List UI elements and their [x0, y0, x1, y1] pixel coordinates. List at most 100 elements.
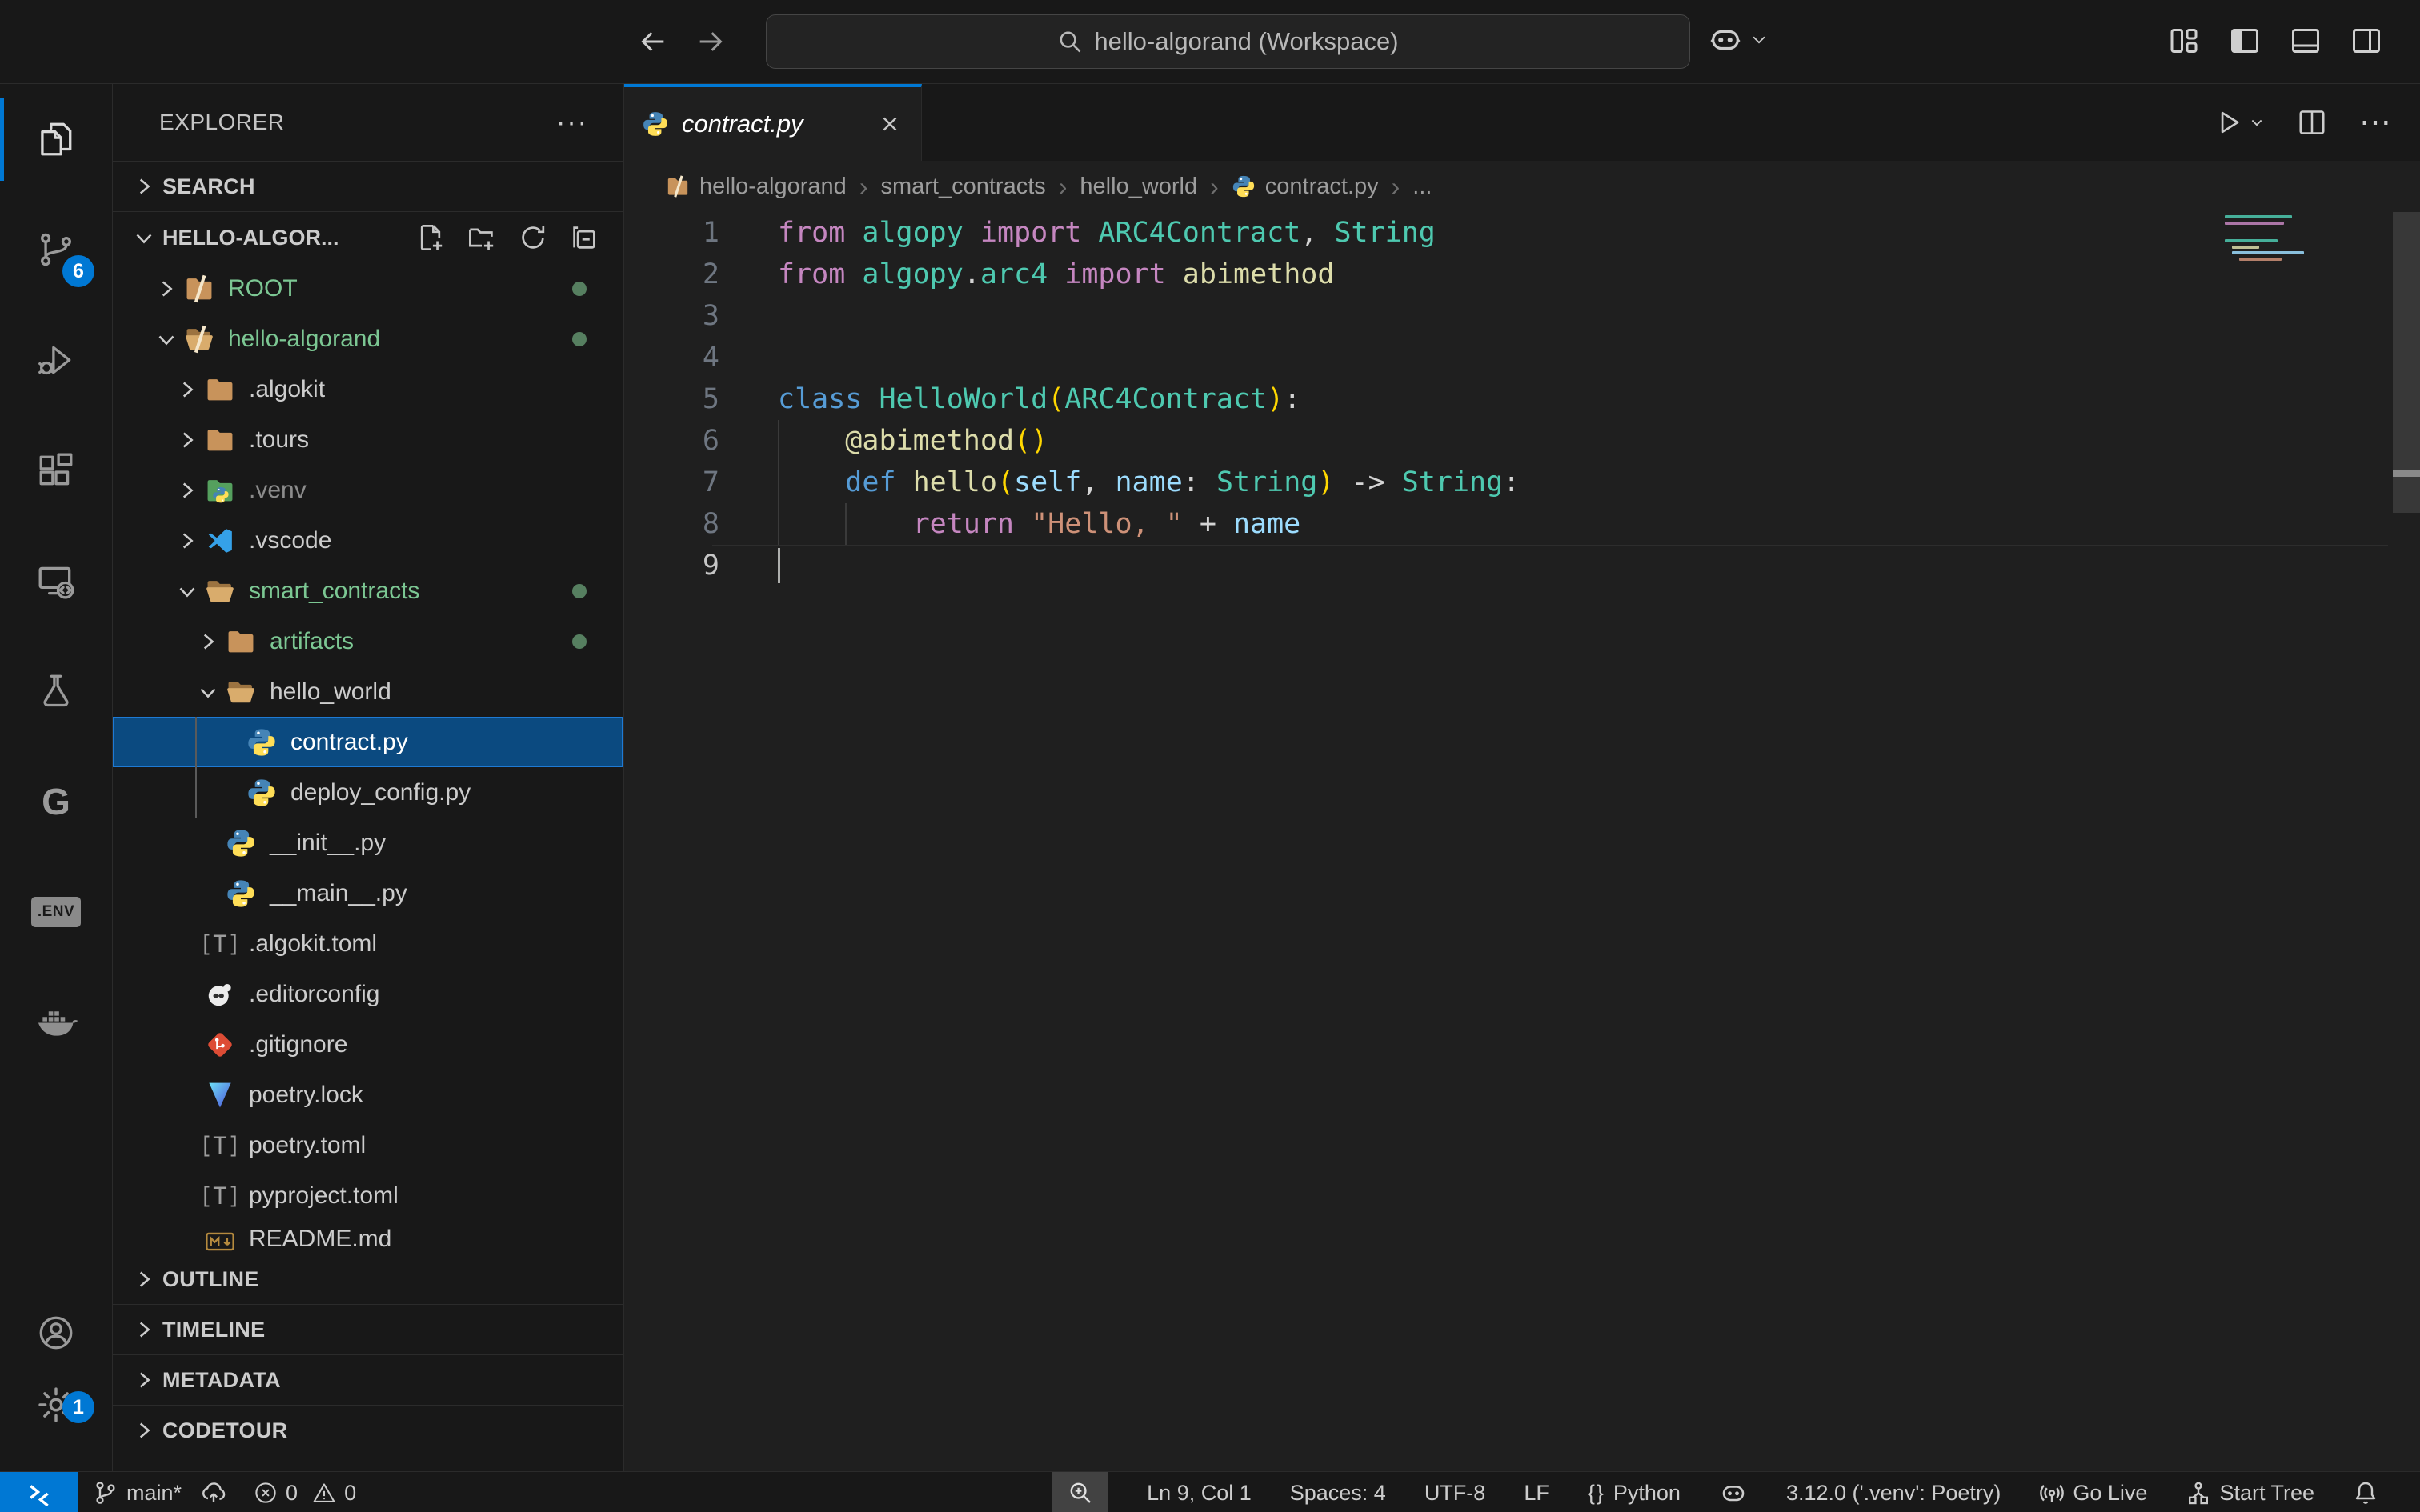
source-control-badge: 6 [62, 255, 94, 287]
section-header-timeline[interactable]: TIMELINE [113, 1304, 623, 1354]
activity-item-accounts[interactable] [0, 1297, 112, 1369]
tree-indent-guide [195, 717, 197, 818]
start-tree-status[interactable]: Start Tree [2186, 1480, 2314, 1506]
workspace-section-header[interactable]: HELLO-ALGOR... [113, 211, 623, 263]
notifications-bell[interactable] [2353, 1480, 2378, 1506]
chevron-spacer [170, 978, 204, 1011]
tree-item-venv[interactable]: .venv [113, 465, 623, 515]
tree-item-vscode[interactable]: .vscode [113, 515, 623, 566]
problems-status[interactable]: 0 0 [254, 1481, 356, 1506]
customize-layout-button[interactable] [2167, 24, 2201, 58]
activity-item-settings[interactable]: 1 [0, 1369, 112, 1441]
error-count: 0 [286, 1481, 298, 1506]
run-dropdown-icon[interactable] [2249, 114, 2265, 130]
copilot-status[interactable] [1719, 1478, 1748, 1507]
minimap[interactable] [2225, 215, 2313, 263]
tree-item-gitignore[interactable]: .gitignore [113, 1019, 623, 1070]
python-icon [1232, 174, 1256, 198]
section-header-metadata[interactable]: METADATA [113, 1354, 623, 1405]
language-mode-status[interactable]: {} Python [1588, 1481, 1681, 1506]
tree-item-pyproject-toml[interactable]: [T]pyproject.toml [113, 1170, 623, 1221]
breadcrumb-hello-world[interactable]: hello_world [1080, 174, 1197, 200]
tab-contract-py[interactable]: contract.py [624, 84, 922, 161]
tree-item-tours[interactable]: .tours [113, 414, 623, 465]
go-live-status[interactable]: Go Live [2039, 1480, 2147, 1506]
new-file-button[interactable] [415, 222, 446, 253]
activity-item-extensions[interactable] [0, 415, 112, 526]
tree-item-readme-md[interactable]: README.md [113, 1221, 623, 1254]
cursor-position-status[interactable]: Ln 9, Col 1 [1147, 1481, 1252, 1506]
tree-item-algokit-toml[interactable]: [T].algokit.toml [113, 918, 623, 969]
section-header-search[interactable]: SEARCH [113, 161, 623, 211]
nav-forward-button[interactable] [690, 21, 731, 62]
tree-item-algokit[interactable]: .algokit [113, 364, 623, 414]
line-number: 1 [624, 212, 719, 254]
tree-item-main-py[interactable]: __main__.py [113, 868, 623, 918]
line-number: 9 [624, 545, 719, 586]
toggle-primary-sidebar-button[interactable] [2228, 24, 2262, 58]
activity-item-run-and-debug[interactable] [0, 305, 112, 415]
run-python-file-button[interactable] [2214, 107, 2265, 138]
line-number: 2 [624, 254, 719, 295]
copilot-menu-button[interactable] [1707, 21, 1768, 58]
refresh-button[interactable] [518, 222, 548, 253]
tree-item-deploy-config-py[interactable]: deploy_config.py [113, 767, 623, 818]
activity-item-remote-explorer[interactable] [0, 526, 112, 636]
python-interpreter-status[interactable]: 3.12.0 ('.venv': Poetry) [1786, 1481, 2001, 1506]
toml-icon: [T] [204, 1130, 236, 1162]
tree-item-contract-py[interactable]: contract.py [113, 717, 623, 767]
chevron-spacer [212, 776, 246, 810]
breadcrumb-contract-py[interactable]: contract.py [1232, 174, 1379, 200]
close-tab-icon[interactable] [878, 112, 902, 136]
git-branch-status[interactable]: main* [93, 1480, 226, 1506]
more-editor-actions-button[interactable]: ⋯ [2359, 114, 2393, 130]
section-header-codetour[interactable]: CODETOUR [113, 1405, 623, 1455]
search-icon [1057, 29, 1083, 54]
activity-item-docker[interactable] [0, 967, 112, 1078]
tree-item-poetry-toml[interactable]: [T]poetry.toml [113, 1120, 623, 1170]
chevron-spacer [170, 1226, 204, 1254]
git-change-dot [572, 634, 587, 649]
tree-item-init-py[interactable]: __init__.py [113, 818, 623, 868]
activity-item-testing[interactable] [0, 636, 112, 746]
activity-item-explorer[interactable] [0, 84, 112, 194]
section-header-outline[interactable]: OUTLINE [113, 1254, 623, 1304]
indent-guide [845, 503, 847, 545]
activity-item-dotenv[interactable]: .ENV [0, 857, 112, 967]
tree-item-smart-contracts[interactable]: smart_contracts [113, 566, 623, 616]
encoding-status[interactable]: UTF-8 [1424, 1481, 1486, 1506]
vscode-window: hello-algorand (Workspace) [0, 0, 2420, 1512]
toggle-secondary-sidebar-button[interactable] [2350, 24, 2383, 58]
breadcrumb-hello-algorand[interactable]: hello-algorand [666, 174, 847, 200]
git-change-dot [572, 282, 587, 296]
collapse-folders-button[interactable] [569, 222, 599, 253]
breadcrumb-separator: › [1390, 172, 1402, 202]
tree-item-poetry-lock[interactable]: poetry.lock [113, 1070, 623, 1120]
remote-indicator[interactable] [0, 1472, 78, 1512]
zoom-status-item[interactable] [1052, 1472, 1108, 1512]
breadcrumb--[interactable]: ... [1412, 174, 1432, 200]
nav-back-button[interactable] [632, 21, 674, 62]
scrollbar-cursor-mark [2393, 470, 2420, 477]
indentation-status[interactable]: Spaces: 4 [1290, 1481, 1386, 1506]
eol-status[interactable]: LF [1524, 1481, 1549, 1506]
toggle-panel-button[interactable] [2289, 24, 2322, 58]
chevron-down-icon [150, 322, 183, 356]
tree-item-editorconfig[interactable]: .editorconfig [113, 969, 623, 1019]
tree-item-root[interactable]: ROOT [113, 263, 623, 314]
activity-item-source-control[interactable]: 6 [0, 194, 112, 305]
code-editor[interactable]: 1from algopy import ARC4Contract, String… [624, 212, 2420, 1471]
new-folder-button[interactable] [467, 222, 497, 253]
chevron-spacer [170, 1028, 204, 1062]
tree-item-hello-world[interactable]: hello_world [113, 666, 623, 717]
split-editor-button[interactable] [2297, 107, 2327, 138]
chevron-spacer [191, 826, 225, 860]
tree-item-hello-algorand[interactable]: hello-algorand [113, 314, 623, 364]
sync-icon[interactable] [201, 1480, 226, 1506]
breadcrumb-smart-contracts[interactable]: smart_contracts [880, 174, 1045, 200]
activity-item-algokit[interactable]: G [0, 746, 112, 857]
explorer-more-actions-button[interactable]: ··· [556, 107, 588, 138]
tree-item-artifacts[interactable]: artifacts [113, 616, 623, 666]
vertical-scrollbar[interactable] [2393, 212, 2420, 513]
command-center-search[interactable]: hello-algorand (Workspace) [766, 14, 1690, 69]
